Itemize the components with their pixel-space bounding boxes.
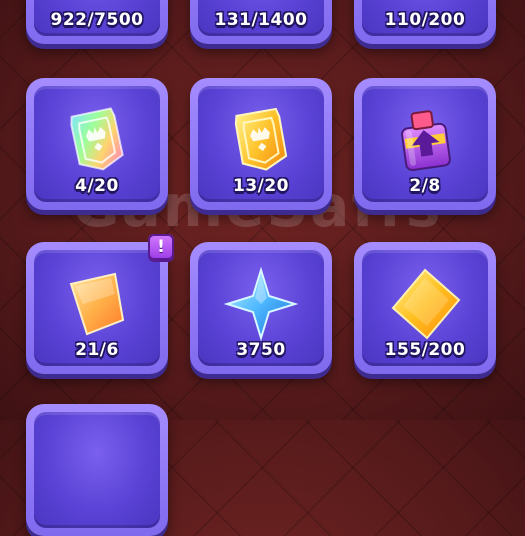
tile-inner: 110/200 xyxy=(362,0,488,36)
item-count: 110/200 xyxy=(384,10,466,30)
rainbow-card-icon xyxy=(70,107,124,171)
item-count: 922/7500 xyxy=(50,10,144,30)
gold-card-icon xyxy=(234,107,288,171)
tile-inner: 922/7500 xyxy=(34,0,160,36)
item-count: 13/20 xyxy=(232,176,290,196)
item-count: 3750 xyxy=(236,340,286,360)
tile-inner: 4/20 xyxy=(34,86,160,202)
tile-inner: 155/200 xyxy=(362,250,488,366)
inventory-tile-orange-shard[interactable]: 21/6 xyxy=(26,242,168,374)
blue-star-icon xyxy=(223,266,299,342)
inventory-tile-rainbow-card[interactable]: 4/20 xyxy=(26,78,168,210)
inventory-tile-resource-2[interactable]: 131/1400 xyxy=(190,0,332,44)
tile-inner: 3750 xyxy=(198,250,324,366)
tile-inner: 2/8 xyxy=(362,86,488,202)
inventory-tile-partial[interactable] xyxy=(26,404,168,536)
inventory-tile-gold-gem[interactable]: 155/200 xyxy=(354,242,496,374)
item-count: 21/6 xyxy=(75,340,119,360)
potion-jar-icon xyxy=(401,110,451,172)
inventory-tile-resource-3[interactable]: 110/200 xyxy=(354,0,496,44)
inventory-tile-gold-card[interactable]: 13/20 xyxy=(190,78,332,210)
inventory-tile-blue-star[interactable]: 3750 xyxy=(190,242,332,374)
item-count: 2/8 xyxy=(409,176,441,196)
item-count: 4/20 xyxy=(75,176,119,196)
tile-inner: 13/20 xyxy=(198,86,324,202)
inventory-tile-coins[interactable]: 922/7500 xyxy=(26,0,168,44)
tile-inner: 21/6 xyxy=(34,250,160,366)
tile-inner: 131/1400 xyxy=(198,0,324,36)
alert-badge[interactable]: ! xyxy=(148,234,174,260)
inventory-tile-potion[interactable]: 2/8 xyxy=(354,78,496,210)
tile-inner xyxy=(34,412,160,528)
gold-gem-icon xyxy=(391,268,461,340)
item-count: 155/200 xyxy=(384,340,466,360)
orange-shard-icon xyxy=(69,272,125,336)
item-count: 131/1400 xyxy=(214,10,308,30)
